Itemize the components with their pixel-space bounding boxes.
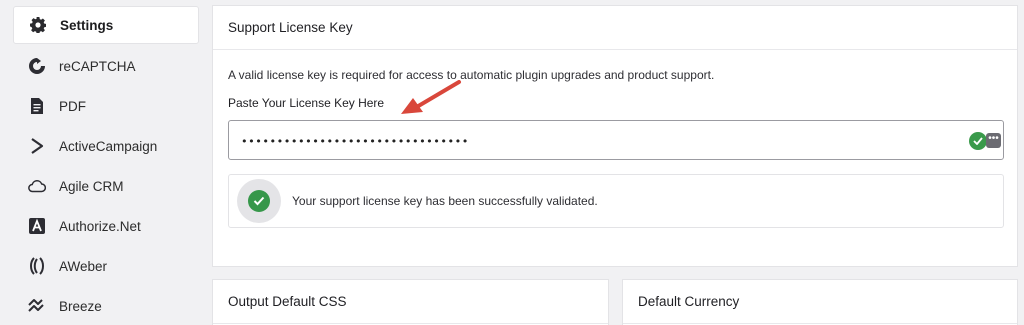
sidebar-item-aweber[interactable]: AWeber bbox=[13, 247, 199, 285]
license-key-panel: Support License Key A valid license key … bbox=[212, 5, 1018, 267]
sidebar-item-breeze[interactable]: Breeze bbox=[13, 287, 199, 325]
cloud-icon bbox=[27, 176, 47, 196]
license-key-field[interactable]: ••• bbox=[228, 120, 1004, 160]
sidebar-item-activecampaign[interactable]: ActiveCampaign bbox=[13, 127, 199, 165]
valid-check-icon bbox=[969, 132, 987, 150]
panel-title: Support License Key bbox=[213, 6, 1017, 50]
sidebar-item-label: Settings bbox=[60, 17, 114, 33]
success-message: Your support license key has been succes… bbox=[292, 194, 598, 208]
success-check-icon bbox=[237, 179, 281, 223]
sidebar-item-label: Breeze bbox=[59, 298, 102, 314]
aweber-icon bbox=[27, 256, 47, 276]
sidebar-item-label: Authorize.Net bbox=[59, 218, 141, 234]
sidebar: Settings reCAPTCHA PDF ActiveCampaign Ag… bbox=[0, 0, 205, 325]
more-dots-icon[interactable]: ••• bbox=[986, 133, 1001, 148]
sidebar-item-settings[interactable]: Settings bbox=[13, 6, 199, 44]
output-default-css-panel: Output Default CSS bbox=[212, 279, 609, 325]
sidebar-item-label: ActiveCampaign bbox=[59, 138, 158, 154]
pdf-icon bbox=[27, 96, 47, 116]
sidebar-item-agile-crm[interactable]: Agile CRM bbox=[13, 167, 199, 205]
license-key-label: Paste Your License Key Here bbox=[228, 96, 385, 110]
sidebar-item-label: Agile CRM bbox=[59, 178, 124, 194]
default-currency-panel: Default Currency bbox=[622, 279, 1018, 325]
sidebar-item-label: PDF bbox=[59, 98, 86, 114]
sidebar-item-authorize-net[interactable]: Authorize.Net bbox=[13, 207, 199, 245]
recaptcha-icon bbox=[27, 56, 47, 76]
license-description: A valid license key is required for acce… bbox=[228, 68, 715, 82]
gear-icon bbox=[28, 15, 48, 35]
activecampaign-icon bbox=[27, 136, 47, 156]
validation-success-notice: Your support license key has been succes… bbox=[228, 174, 1004, 228]
sidebar-item-label: reCAPTCHA bbox=[59, 58, 136, 74]
panel-title: Output Default CSS bbox=[213, 280, 608, 324]
license-key-input[interactable] bbox=[241, 132, 941, 150]
sidebar-item-label: AWeber bbox=[59, 258, 108, 274]
panel-title: Default Currency bbox=[623, 280, 1017, 324]
authorize-net-icon bbox=[27, 216, 47, 236]
sidebar-item-recaptcha[interactable]: reCAPTCHA bbox=[13, 47, 199, 85]
sidebar-item-pdf[interactable]: PDF bbox=[13, 87, 199, 125]
breeze-icon bbox=[27, 296, 47, 316]
